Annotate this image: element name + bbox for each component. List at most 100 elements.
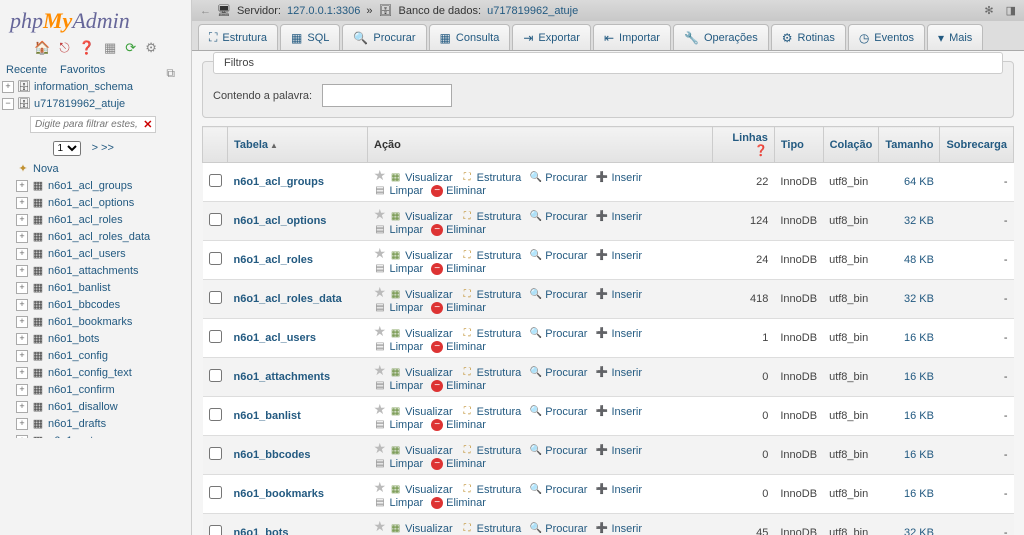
action-drop[interactable]: −Eliminar xyxy=(431,497,486,509)
expand-icon[interactable]: + xyxy=(16,214,28,226)
action-empty[interactable]: ▤Limpar xyxy=(374,184,424,197)
action-drop[interactable]: −Eliminar xyxy=(431,224,486,236)
action-structure[interactable]: ⛶Estrutura xyxy=(461,249,522,262)
tab-sql[interactable]: ▦SQL xyxy=(280,24,340,50)
table-link[interactable]: n6o1_bookmarks xyxy=(234,488,324,500)
action-search[interactable]: 🔍Procurar xyxy=(529,171,587,184)
action-insert[interactable]: ➕Inserir xyxy=(595,483,642,496)
favorite-star[interactable]: ★ xyxy=(374,323,387,339)
row-checkbox[interactable] xyxy=(209,369,222,382)
action-insert[interactable]: ➕Inserir xyxy=(595,171,642,184)
tree-table[interactable]: +▦n6o1_bots xyxy=(2,330,164,347)
action-insert[interactable]: ➕Inserir xyxy=(595,405,642,418)
action-search[interactable]: 🔍Procurar xyxy=(529,444,587,457)
col-tabela[interactable]: Tabela▲ xyxy=(228,127,368,163)
tree-table[interactable]: +▦n6o1_config xyxy=(2,347,164,364)
tab-importar[interactable]: ⇤Importar xyxy=(593,24,671,50)
row-checkbox[interactable] xyxy=(209,252,222,265)
table-link[interactable]: n6o1_acl_users xyxy=(234,332,317,344)
row-checkbox[interactable] xyxy=(209,447,222,460)
tree-db[interactable]: +🗄information_schema xyxy=(2,78,164,95)
expand-icon[interactable]: + xyxy=(16,197,28,209)
expand-icon[interactable]: + xyxy=(16,316,28,328)
collapse-icon[interactable]: − xyxy=(2,98,14,110)
tab-eventos[interactable]: ◷Eventos xyxy=(848,24,925,50)
expand-icon[interactable]: + xyxy=(16,350,28,362)
action-structure[interactable]: ⛶Estrutura xyxy=(461,405,522,418)
row-checkbox[interactable] xyxy=(209,525,222,535)
action-search[interactable]: 🔍Procurar xyxy=(529,249,587,262)
favorite-star[interactable]: ★ xyxy=(374,362,387,378)
action-insert[interactable]: ➕Inserir xyxy=(595,327,642,340)
table-link[interactable]: n6o1_banlist xyxy=(234,410,301,422)
action-view[interactable]: ▦Visualizar xyxy=(389,522,453,535)
action-drop[interactable]: −Eliminar xyxy=(431,419,486,431)
help-icon[interactable]: ❓ xyxy=(754,145,768,157)
panel-toggle-icon[interactable]: ◨ xyxy=(1006,4,1016,17)
favorite-star[interactable]: ★ xyxy=(374,440,387,456)
action-insert[interactable]: ➕Inserir xyxy=(595,249,642,262)
favorite-star[interactable]: ★ xyxy=(374,206,387,222)
tab-recent[interactable]: Recente xyxy=(6,64,47,76)
action-empty[interactable]: ▤Limpar xyxy=(374,301,424,314)
row-checkbox[interactable] xyxy=(209,174,222,187)
action-empty[interactable]: ▤Limpar xyxy=(374,457,424,470)
action-view[interactable]: ▦Visualizar xyxy=(389,366,453,379)
action-insert[interactable]: ➕Inserir xyxy=(595,210,642,223)
col-linhas[interactable]: Linhas ❓ xyxy=(712,127,774,163)
tree-table[interactable]: +▦n6o1_acl_roles_data xyxy=(2,228,164,245)
tab-exportar[interactable]: ⇥Exportar xyxy=(512,24,591,50)
tree-filter-input[interactable] xyxy=(30,116,156,133)
favorite-star[interactable]: ★ xyxy=(374,479,387,495)
action-structure[interactable]: ⛶Estrutura xyxy=(461,210,522,223)
action-insert[interactable]: ➕Inserir xyxy=(595,366,642,379)
tree-table[interactable]: +▦n6o1_config_text xyxy=(2,364,164,381)
clear-icon[interactable]: ✕ xyxy=(143,118,152,131)
tree-table[interactable]: +▦n6o1_confirm xyxy=(2,381,164,398)
table-link[interactable]: n6o1_acl_groups xyxy=(234,176,324,188)
action-structure[interactable]: ⛶Estrutura xyxy=(461,444,522,457)
action-empty[interactable]: ▤Limpar xyxy=(374,223,424,236)
home-icon[interactable]: 🏠 xyxy=(34,40,50,55)
action-search[interactable]: 🔍Procurar xyxy=(529,483,587,496)
action-search[interactable]: 🔍Procurar xyxy=(529,327,587,340)
favorite-star[interactable]: ★ xyxy=(374,518,387,534)
action-empty[interactable]: ▤Limpar xyxy=(374,379,424,392)
action-view[interactable]: ▦Visualizar xyxy=(389,171,453,184)
favorite-star[interactable]: ★ xyxy=(374,284,387,300)
action-drop[interactable]: −Eliminar xyxy=(431,458,486,470)
row-checkbox[interactable] xyxy=(209,330,222,343)
server-link[interactable]: 127.0.0.1:3306 xyxy=(287,5,360,17)
table-link[interactable]: n6o1_acl_roles xyxy=(234,254,314,266)
action-drop[interactable]: −Eliminar xyxy=(431,380,486,392)
expand-icon[interactable]: + xyxy=(16,401,28,413)
action-view[interactable]: ▦Visualizar xyxy=(389,405,453,418)
action-drop[interactable]: −Eliminar xyxy=(431,185,486,197)
action-insert[interactable]: ➕Inserir xyxy=(595,522,642,535)
action-search[interactable]: 🔍Procurar xyxy=(529,366,587,379)
action-structure[interactable]: ⛶Estrutura xyxy=(461,483,522,496)
db-link[interactable]: u717819962_atuje xyxy=(487,5,578,17)
action-structure[interactable]: ⛶Estrutura xyxy=(461,288,522,301)
logo[interactable]: phpMyAdmin xyxy=(0,0,191,38)
tree-table[interactable]: +▦n6o1_acl_roles xyxy=(2,211,164,228)
col-sobrecarga[interactable]: Sobrecarga xyxy=(940,127,1014,163)
tab-operações[interactable]: 🔧Operações xyxy=(673,24,769,50)
col-tamanho[interactable]: Tamanho xyxy=(879,127,940,163)
expand-icon[interactable]: + xyxy=(16,333,28,345)
action-view[interactable]: ▦Visualizar xyxy=(389,483,453,496)
action-empty[interactable]: ▤Limpar xyxy=(374,418,424,431)
action-view[interactable]: ▦Visualizar xyxy=(389,288,453,301)
sql-icon[interactable]: ▦ xyxy=(104,40,116,55)
tree-table[interactable]: +▦n6o1_acl_users xyxy=(2,245,164,262)
favorite-star[interactable]: ★ xyxy=(374,401,387,417)
action-insert[interactable]: ➕Inserir xyxy=(595,288,642,301)
action-view[interactable]: ▦Visualizar xyxy=(389,249,453,262)
settings-icon[interactable]: ⚙ xyxy=(145,40,157,55)
row-checkbox[interactable] xyxy=(209,291,222,304)
action-empty[interactable]: ▤Limpar xyxy=(374,496,424,509)
tree-table[interactable]: +▦n6o1_ext xyxy=(2,432,164,438)
col-colacao[interactable]: Colação xyxy=(823,127,879,163)
table-link[interactable]: n6o1_acl_options xyxy=(234,215,327,227)
tree-table[interactable]: +▦n6o1_disallow xyxy=(2,398,164,415)
